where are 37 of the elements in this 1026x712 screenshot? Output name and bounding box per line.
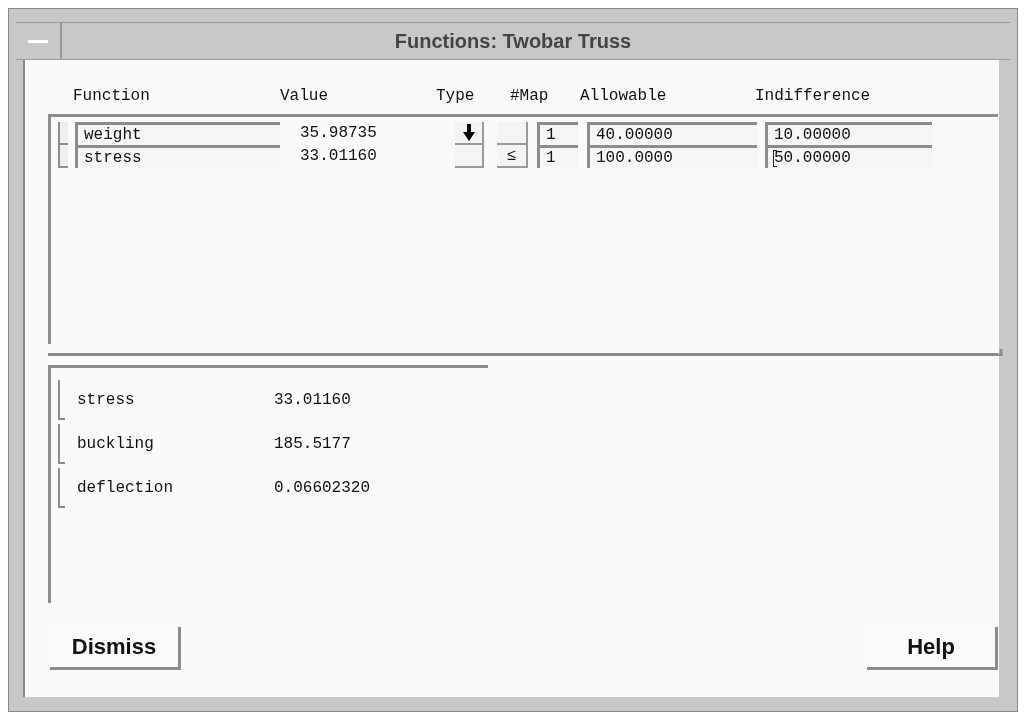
allowable-field[interactable]: 100.0000: [587, 145, 757, 168]
function-name-field[interactable]: weight: [75, 122, 280, 145]
objective-toggle[interactable]: [455, 145, 484, 168]
column-header: #Map: [510, 87, 550, 105]
map-field[interactable]: 1: [537, 122, 578, 145]
column-header: Type: [436, 87, 476, 105]
output-name: stress: [77, 391, 136, 409]
output-value: 33.01160: [274, 391, 351, 409]
row-handle[interactable]: [58, 424, 65, 464]
column-header: Value: [280, 87, 329, 105]
row-handle[interactable]: [58, 468, 65, 508]
allowable-field[interactable]: 40.00000: [587, 122, 757, 145]
column-header: Function: [73, 87, 151, 105]
row-handle[interactable]: [58, 380, 65, 420]
down-arrow-icon: [462, 124, 475, 141]
output-name: deflection: [77, 479, 174, 497]
row-handle[interactable]: [58, 122, 68, 145]
text-cursor: [773, 150, 777, 167]
dialog-button[interactable]: Help: [867, 627, 998, 670]
output-name: buckling: [77, 435, 155, 453]
constraint-toggle[interactable]: ≤: [497, 145, 528, 168]
objective-toggle[interactable]: [455, 122, 484, 145]
constraint-toggle[interactable]: [497, 122, 528, 145]
minimize-icon[interactable]: [27, 38, 49, 44]
column-header: Allowable: [580, 87, 668, 105]
column-header: Indifference: [755, 87, 872, 105]
dialog-button[interactable]: Dismiss: [50, 627, 181, 670]
function-value: 33.01160: [300, 146, 378, 167]
indifference-field[interactable]: 10.00000: [765, 122, 932, 145]
window-title: Functions: Twobar Truss: [393, 29, 633, 53]
row-handle[interactable]: [58, 145, 68, 168]
indifference-field[interactable]: 50.00000: [765, 145, 932, 168]
output-value: 185.5177: [274, 435, 351, 453]
output-value: 0.06602320: [274, 479, 370, 497]
function-value: 35.98735: [300, 123, 378, 144]
function-name-field[interactable]: stress: [75, 145, 280, 168]
map-field[interactable]: 1: [537, 145, 578, 168]
